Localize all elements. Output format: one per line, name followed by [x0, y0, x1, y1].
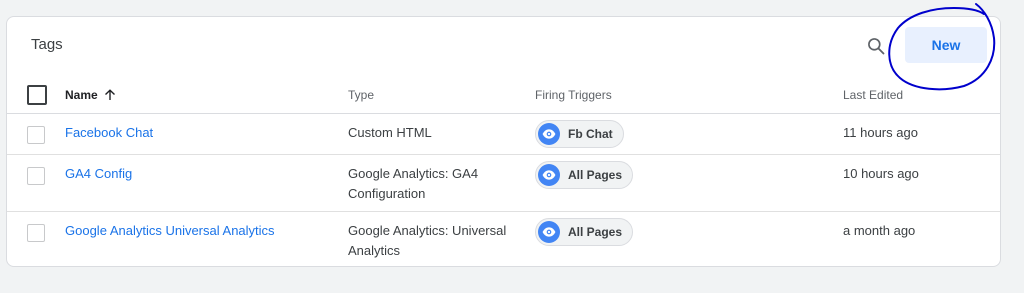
tag-name-link[interactable]: GA4 Config — [65, 164, 132, 184]
new-tag-button[interactable]: New — [905, 27, 987, 63]
trigger-chip-label: All Pages — [568, 225, 623, 239]
eye-icon — [538, 221, 560, 243]
select-all-checkbox[interactable] — [27, 85, 47, 105]
column-header-last-edited[interactable]: Last Edited — [843, 77, 903, 113]
table-row[interactable]: GA4 Config Google Analytics: GA4 Configu… — [7, 155, 1000, 212]
row-checkbox[interactable] — [27, 224, 45, 242]
last-edited: a month ago — [843, 223, 916, 238]
page: Tags New Name Type Firing Triggers Last … — [0, 0, 1024, 293]
eye-icon — [538, 123, 560, 145]
column-header-name-label: Name — [65, 88, 98, 102]
search-icon — [868, 38, 885, 55]
table-header: Name Type Firing Triggers Last Edited — [7, 77, 1000, 114]
tag-type: Google Analytics: GA4 Configuration — [348, 166, 479, 201]
tags-card: Tags New Name Type Firing Triggers Last … — [6, 16, 1001, 267]
trigger-chip-label: Fb Chat — [568, 127, 613, 141]
trigger-chip[interactable]: All Pages — [535, 218, 634, 246]
card-title: Tags — [31, 36, 63, 53]
search-button[interactable] — [863, 33, 889, 59]
row-checkbox[interactable] — [27, 126, 45, 144]
tag-name-link[interactable]: Facebook Chat — [65, 123, 153, 143]
row-checkbox[interactable] — [27, 167, 45, 185]
tag-type: Custom HTML — [348, 125, 432, 140]
arrow-up-icon — [104, 89, 115, 100]
table-row[interactable]: Google Analytics Universal Analytics Goo… — [7, 212, 1000, 266]
column-header-firing-triggers[interactable]: Firing Triggers — [535, 77, 612, 113]
last-edited: 10 hours ago — [843, 166, 919, 181]
trigger-chip[interactable]: Fb Chat — [535, 120, 624, 148]
eye-icon — [538, 164, 560, 186]
column-header-name[interactable]: Name — [65, 77, 116, 113]
trigger-chip-label: All Pages — [568, 168, 623, 182]
tag-type: Google Analytics: Universal Analytics — [348, 223, 507, 258]
column-header-type[interactable]: Type — [348, 77, 374, 113]
last-edited: 11 hours ago — [843, 125, 918, 140]
table-row[interactable]: Facebook Chat Custom HTML Fb Chat 11 hou… — [7, 114, 1000, 155]
tag-name-link[interactable]: Google Analytics Universal Analytics — [65, 221, 275, 241]
trigger-chip[interactable]: All Pages — [535, 161, 634, 189]
